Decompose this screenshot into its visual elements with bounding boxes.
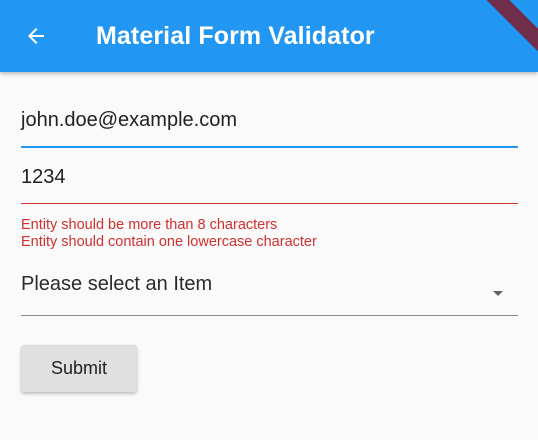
email-field-underline	[21, 146, 518, 148]
arrow-drop-down-icon	[493, 291, 503, 296]
arrow-back-icon	[28, 28, 44, 44]
error-message: Entity should contain one lowercase char…	[21, 234, 317, 250]
code-field[interactable]: 1234	[21, 163, 518, 204]
code-field-value: 1234	[21, 166, 66, 188]
submit-button[interactable]: Submit	[21, 345, 137, 392]
dropdown-underline	[21, 315, 518, 316]
email-field-value: john.doe@example.com	[21, 109, 237, 131]
validation-errors: Entity should be more than 8 characters …	[21, 217, 317, 251]
debug-banner	[467, 0, 538, 67]
dropdown-selected-value: Please select an Item	[21, 273, 213, 295]
email-field[interactable]: john.doe@example.com	[21, 106, 518, 148]
item-dropdown[interactable]: Please select an Item	[21, 270, 518, 316]
app-bar: Material Form Validator	[0, 0, 538, 72]
error-message: Entity should be more than 8 characters	[21, 217, 278, 233]
page-title: Material Form Validator	[96, 22, 375, 50]
back-button[interactable]	[20, 20, 52, 52]
code-field-underline	[21, 203, 518, 204]
